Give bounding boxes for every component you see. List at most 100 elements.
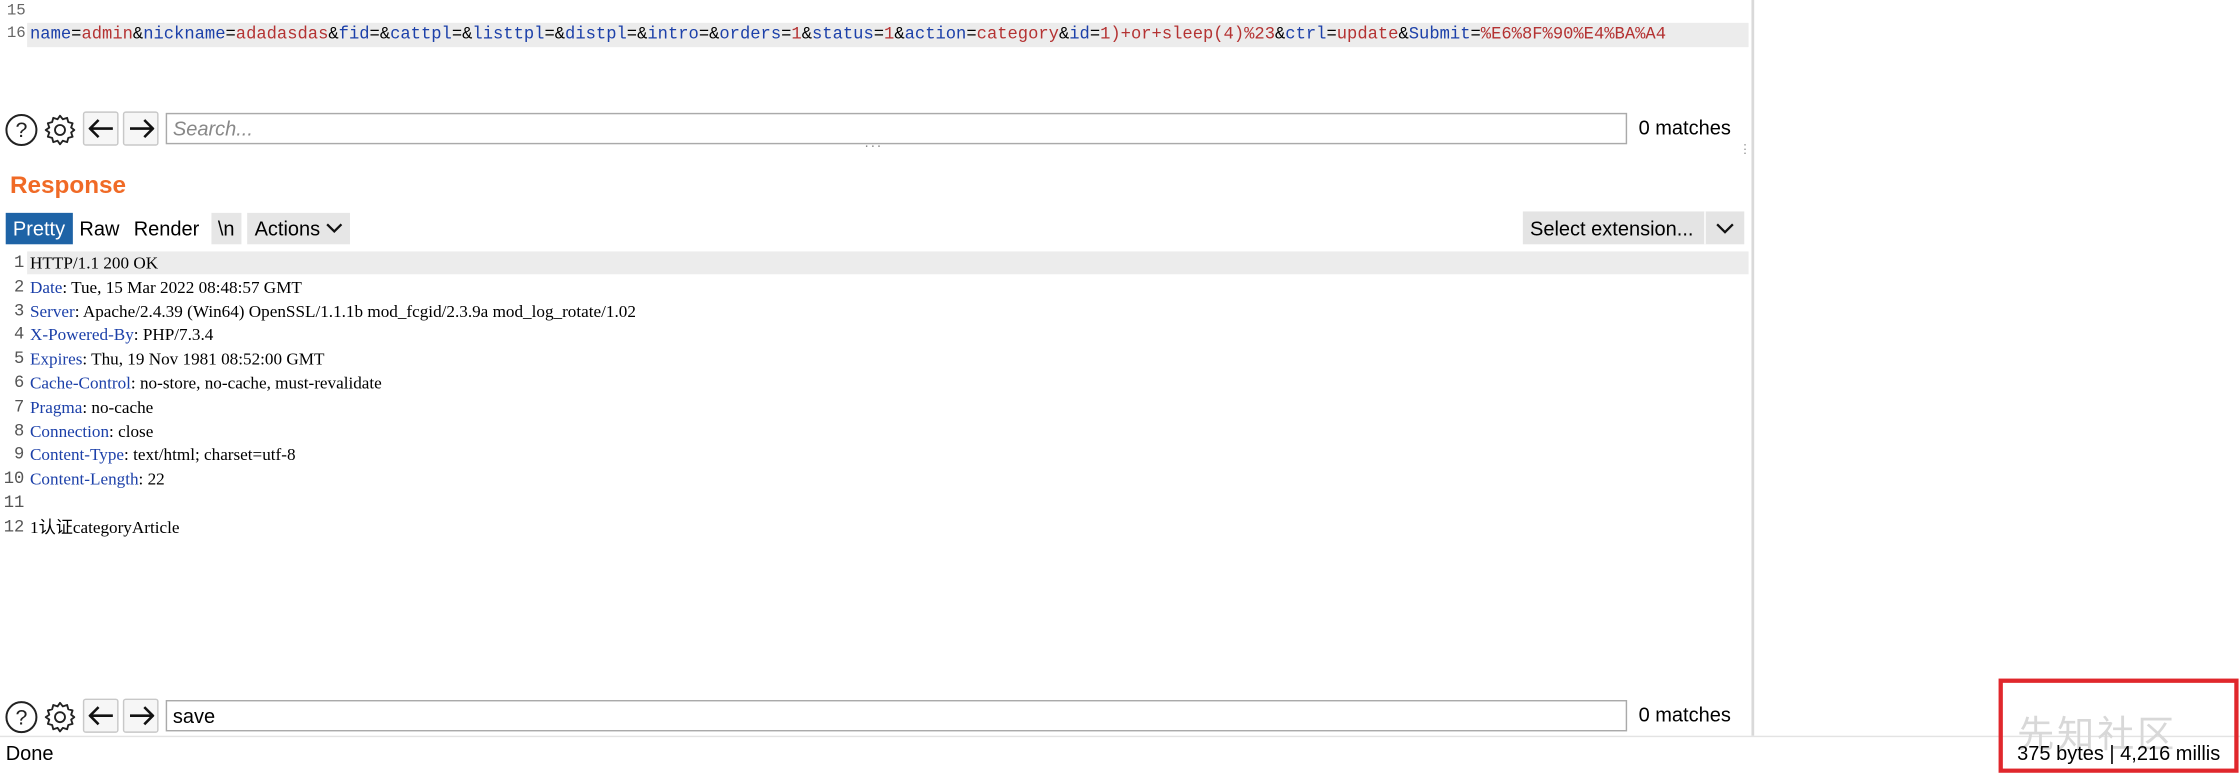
- param-value: 1: [791, 24, 802, 45]
- newline-toggle-button[interactable]: \n: [210, 212, 242, 245]
- param-separator: =&: [451, 24, 473, 45]
- tab-render[interactable]: Render: [127, 213, 207, 244]
- header-value: : Thu, 19 Nov 1981 08:52:00 GMT: [82, 348, 325, 369]
- request-match-count: 0 matches: [1638, 115, 1731, 139]
- chevron-down-icon: [326, 223, 343, 234]
- line-number: 12: [3, 516, 25, 537]
- line-number: 8: [13, 420, 25, 441]
- gear-icon[interactable]: [41, 111, 77, 147]
- extension-select[interactable]: Select extension...: [1522, 211, 1745, 245]
- response-search-input[interactable]: save: [165, 699, 1628, 732]
- header-value: : Tue, 15 Mar 2022 08:48:57 GMT: [62, 276, 302, 297]
- response-line: Content-Type: text/html; charset=utf-8: [30, 443, 296, 467]
- param-separator: =: [225, 24, 236, 45]
- response-line: X-Powered-By: PHP/7.3.4: [30, 323, 213, 347]
- line-number: 1: [13, 252, 25, 273]
- line-number: 2: [13, 276, 25, 297]
- param-key: ctrl: [1285, 24, 1327, 45]
- param-separator: =: [1470, 24, 1481, 45]
- header-name: Server: [29, 300, 75, 321]
- arrow-left-icon[interactable]: [82, 698, 119, 733]
- chevron-down-icon: [1704, 211, 1744, 245]
- param-key: distpl: [565, 24, 627, 45]
- header-value: : text/html; charset=utf-8: [124, 444, 296, 465]
- response-match-count: 0 matches: [1638, 702, 1731, 726]
- tab-raw[interactable]: Raw: [72, 213, 126, 244]
- arrow-right-icon[interactable]: [122, 698, 159, 733]
- arrow-right-icon[interactable]: [122, 111, 159, 146]
- vertical-resize-handle[interactable]: · · ·: [1743, 138, 1747, 159]
- svg-text:?: ?: [15, 705, 27, 729]
- line-number: 9: [13, 444, 25, 465]
- response-line: Server: Apache/2.4.39 (Win64) OpenSSL/1.…: [30, 299, 636, 323]
- header-value: : no-store, no-cache, must-revalidate: [130, 372, 382, 393]
- response-search-bar: ? save 0 matches: [0, 698, 1751, 736]
- line-number: 16: [6, 25, 26, 43]
- arrow-left-icon[interactable]: [82, 111, 119, 146]
- line-number: 4: [13, 324, 25, 345]
- param-separator: =: [1089, 24, 1101, 45]
- response-view-tabs: Pretty Raw Render \n Actions: [5, 212, 351, 245]
- param-value: admin: [81, 24, 133, 45]
- gear-icon[interactable]: [41, 699, 77, 735]
- param-separator: &: [328, 24, 339, 45]
- header-name: Cache-Control: [29, 372, 131, 393]
- param-key: status: [812, 24, 874, 45]
- extension-select-label: Select extension...: [1529, 216, 1694, 240]
- status-text: Done: [5, 741, 54, 765]
- response-title: Response: [9, 171, 127, 199]
- line-number: 6: [13, 372, 25, 393]
- response-line: Content-Length: 22: [30, 467, 165, 491]
- param-separator: &: [132, 24, 144, 45]
- header-value: : Apache/2.4.39 (Win64) OpenSSL/1.1.1b m…: [74, 300, 636, 321]
- param-key: nickname: [143, 24, 226, 45]
- header-name: Connection: [29, 420, 110, 441]
- header-value: : no-cache: [82, 396, 154, 417]
- param-value: update: [1336, 24, 1399, 45]
- param-separator: =&: [626, 24, 648, 45]
- line-number: 5: [13, 348, 25, 369]
- request-editor[interactable]: 15 16 name=admin&nickname=adadasdas&fid=…: [0, 0, 1752, 108]
- param-separator: =: [1326, 24, 1337, 45]
- param-separator: =: [781, 24, 792, 45]
- actions-menu-button[interactable]: Actions: [247, 212, 351, 245]
- param-value: adadasdas: [235, 24, 329, 45]
- param-key: cattpl: [390, 24, 452, 45]
- param-key: intro: [647, 24, 699, 45]
- param-key: listtpl: [472, 24, 545, 45]
- request-body-line[interactable]: name=admin&nickname=adadasdas&fid=&cattp…: [30, 23, 1666, 47]
- line-number: 7: [13, 396, 25, 417]
- header-name: Content-Type: [29, 444, 125, 465]
- header-value: : PHP/7.3.4: [133, 324, 214, 345]
- param-separator: =: [71, 24, 82, 45]
- line-number: 11: [3, 492, 25, 513]
- param-separator: =&: [369, 24, 391, 45]
- line-number: 10: [3, 468, 25, 489]
- response-line: Pragma: no-cache: [30, 395, 153, 419]
- param-key: id: [1069, 24, 1090, 45]
- param-separator: &: [1398, 24, 1409, 45]
- help-icon[interactable]: ?: [3, 699, 39, 735]
- help-icon[interactable]: ?: [3, 111, 39, 147]
- response-line: HTTP/1.1 200 OK: [30, 251, 158, 275]
- header-value: : 22: [138, 468, 165, 489]
- response-line: Date: Tue, 15 Mar 2022 08:48:57 GMT: [30, 275, 302, 299]
- param-key: fid: [338, 24, 370, 45]
- tab-pretty[interactable]: Pretty: [5, 212, 73, 245]
- svg-text:?: ?: [15, 117, 27, 141]
- actions-label: Actions: [254, 217, 321, 240]
- response-line: Connection: close: [30, 419, 153, 443]
- param-value: %E6%8F%90%E4%BA%A4: [1480, 24, 1666, 45]
- pane-resize-handle[interactable]: ···: [864, 139, 883, 155]
- header-value: HTTP/1.1 200 OK: [29, 252, 159, 273]
- param-separator: &: [894, 24, 905, 45]
- line-number: 3: [13, 300, 25, 321]
- response-line: 1认证categoryArticle: [30, 515, 179, 539]
- param-value: 1)+or+sleep(4)%23: [1100, 24, 1275, 45]
- param-separator: =&: [698, 24, 720, 45]
- param-key: orders: [719, 24, 782, 45]
- highlight-box: [1998, 678, 2239, 773]
- request-search-input[interactable]: Search...: [165, 112, 1628, 145]
- param-value: category: [976, 24, 1059, 45]
- header-name: Pragma: [29, 396, 83, 417]
